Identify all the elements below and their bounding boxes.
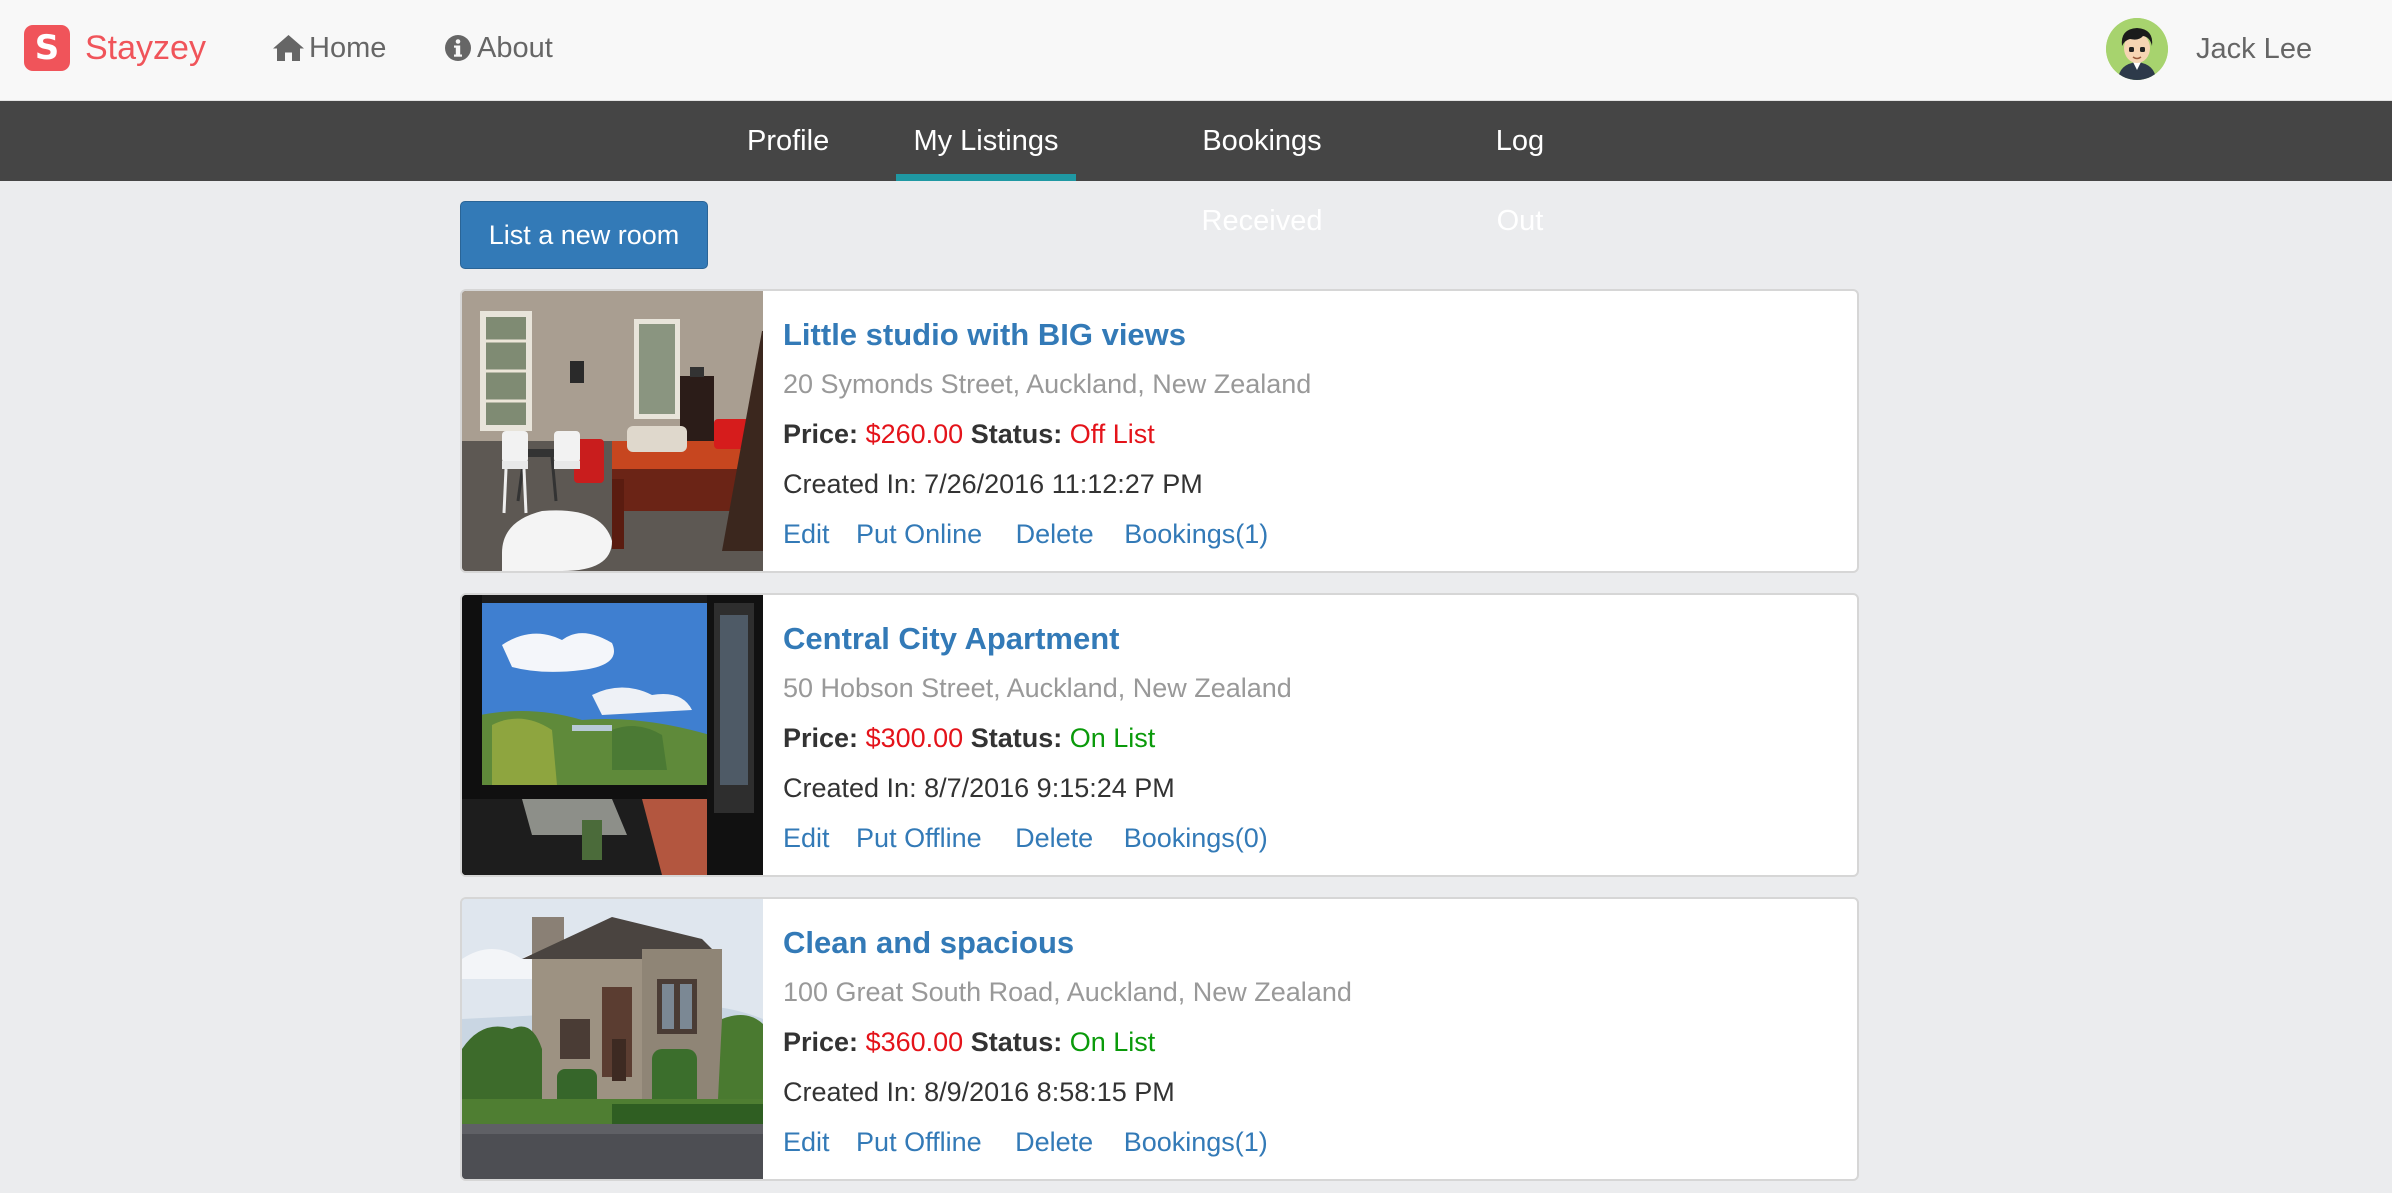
price-label: Price:: [783, 419, 859, 449]
edit-link[interactable]: Edit: [783, 823, 830, 853]
status-value: On List: [1069, 723, 1156, 753]
brand-name: Stayzey: [85, 28, 206, 67]
put-offline-link[interactable]: Put Offline: [856, 823, 982, 853]
listing-address: 20 Symonds Street, Auckland, New Zealand: [783, 369, 1312, 399]
listing-title[interactable]: Central City Apartment: [783, 621, 1119, 657]
list-new-room-button[interactable]: List a new room: [460, 201, 708, 269]
account-subnav: Profile My Listings Bookings Received Lo…: [0, 101, 2392, 237]
tab-my-listings[interactable]: My Listings: [896, 101, 1076, 181]
listing-actions: Edit Put Online Delete Bookings(1): [783, 519, 1268, 550]
avatar: [2106, 18, 2168, 80]
delete-link[interactable]: Delete: [1015, 1127, 1093, 1157]
created-label: Created In:: [783, 1077, 925, 1107]
listing-title[interactable]: Clean and spacious: [783, 925, 1074, 961]
tab-bookings-received[interactable]: Bookings Received: [1142, 101, 1382, 237]
price-value: $300.00: [865, 723, 964, 753]
nav-about-label: About: [477, 31, 553, 64]
created-value: 7/26/2016 11:12:27 PM: [924, 469, 1203, 499]
created-value: 8/7/2016 9:15:24 PM: [924, 773, 1175, 803]
nav-home-link[interactable]: Home: [272, 24, 386, 72]
price-label: Price:: [783, 1027, 859, 1057]
price-value: $360.00: [865, 1027, 964, 1057]
created-date: Created In: 7/26/2016 11:12:27 PM: [783, 469, 1203, 500]
put-offline-link[interactable]: Put Offline: [856, 1127, 982, 1157]
nav-home-label: Home: [309, 31, 387, 64]
user-menu[interactable]: Jack Lee: [2106, 17, 2312, 81]
listing-photo-bedroom[interactable]: [462, 291, 763, 571]
tab-log-out[interactable]: Log Out: [1470, 101, 1570, 237]
info-circle-icon: [443, 33, 473, 63]
created-date: Created In: 8/7/2016 9:15:24 PM: [783, 773, 1175, 804]
listing-card: Clean and spacious 100 Great South Road,…: [460, 897, 1859, 1181]
bookings-link[interactable]: Bookings(1): [1124, 519, 1268, 549]
listing-address: 100 Great South Road, Auckland, New Zeal…: [783, 977, 1352, 1007]
top-navbar: S Stayzey Home About Jack Lee: [0, 0, 2392, 101]
nav-about-link[interactable]: About: [443, 24, 553, 72]
listing-actions: Edit Put Offline Delete Bookings(1): [783, 1127, 1268, 1158]
created-date: Created In: 8/9/2016 8:58:15 PM: [783, 1077, 1175, 1108]
status-label: Status:: [970, 723, 1063, 753]
bookings-link[interactable]: Bookings(1): [1124, 1127, 1268, 1157]
listing-card: Central City Apartment 50 Hobson Street,…: [460, 593, 1859, 877]
price-status-line: Price: $260.00 Status: Off List: [783, 419, 1155, 450]
delete-link[interactable]: Delete: [1016, 519, 1094, 549]
edit-link[interactable]: Edit: [783, 1127, 830, 1157]
edit-link[interactable]: Edit: [783, 519, 830, 549]
brand-link[interactable]: S Stayzey: [24, 24, 206, 72]
delete-link[interactable]: Delete: [1015, 823, 1093, 853]
price-status-line: Price: $360.00 Status: On List: [783, 1027, 1155, 1058]
status-label: Status:: [970, 1027, 1063, 1057]
listing-photo-window-view[interactable]: [462, 595, 763, 875]
listing-address: 50 Hobson Street, Auckland, New Zealand: [783, 673, 1292, 703]
home-icon: [272, 33, 305, 63]
brand-logo-icon: S: [24, 25, 70, 71]
status-value: On List: [1069, 1027, 1156, 1057]
price-status-line: Price: $300.00 Status: On List: [783, 723, 1155, 754]
created-label: Created In:: [783, 469, 925, 499]
listing-title[interactable]: Little studio with BIG views: [783, 317, 1186, 353]
created-label: Created In:: [783, 773, 925, 803]
created-value: 8/9/2016 8:58:15 PM: [924, 1077, 1175, 1107]
listing-photo-house-exterior[interactable]: [462, 899, 763, 1179]
price-label: Price:: [783, 723, 859, 753]
tab-profile[interactable]: Profile: [747, 101, 829, 181]
bookings-link[interactable]: Bookings(0): [1124, 823, 1268, 853]
status-label: Status:: [970, 419, 1063, 449]
user-name: Jack Lee: [2196, 32, 2313, 65]
put-online-link[interactable]: Put Online: [856, 519, 982, 549]
listing-card: Little studio with BIG views 20 Symonds …: [460, 289, 1859, 573]
status-value: Off List: [1069, 419, 1155, 449]
price-value: $260.00: [865, 419, 964, 449]
listing-actions: Edit Put Offline Delete Bookings(0): [783, 823, 1268, 854]
